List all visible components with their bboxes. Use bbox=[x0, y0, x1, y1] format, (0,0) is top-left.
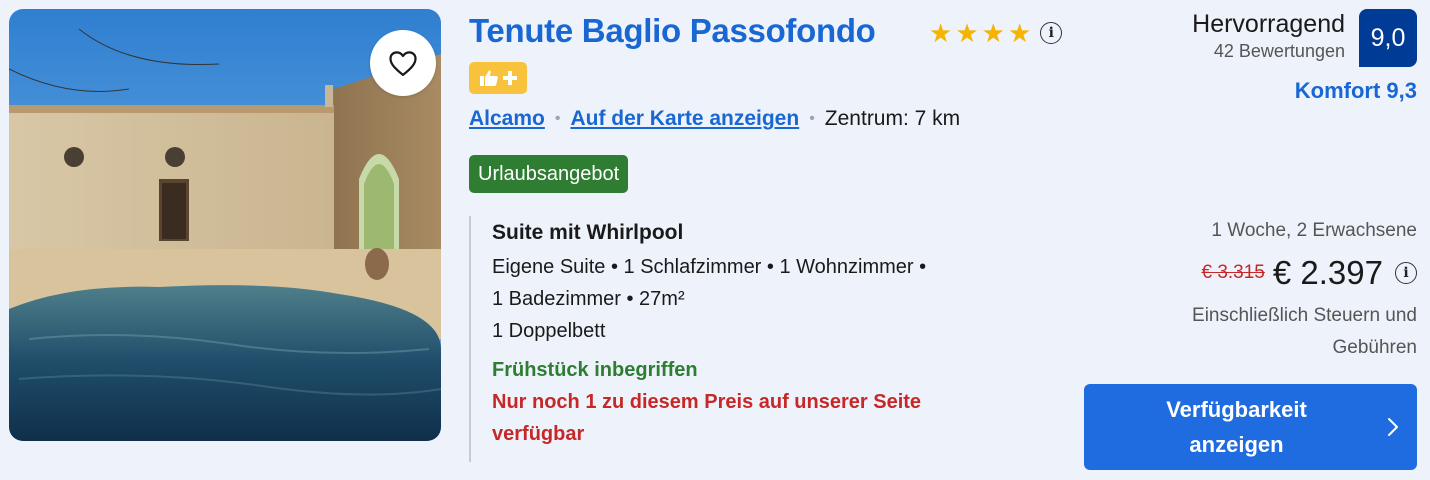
separator-dot: • bbox=[554, 110, 561, 127]
room-feature-line: 1 Badezimmer • 27m² bbox=[492, 288, 685, 310]
cta-line: anzeigen bbox=[1189, 432, 1284, 457]
scarcity-message: Nur noch 1 zu diesem Preis auf unserer S… bbox=[492, 386, 999, 450]
scarcity-line: verfügbar bbox=[492, 423, 585, 445]
taxes-line: Einschließlich Steuern und bbox=[1192, 305, 1417, 326]
breakfast-included: Frühstück inbegriffen bbox=[492, 359, 698, 381]
review-summary[interactable]: Hervorragend 42 Bewertungen 9,0 bbox=[1192, 9, 1417, 67]
show-on-map-link[interactable]: Auf der Karte anzeigen bbox=[570, 107, 799, 131]
preferred-partner-badge[interactable] bbox=[469, 62, 527, 94]
bed-type: 1 Doppelbett bbox=[492, 320, 606, 342]
room-feature-line: Eigene Suite • 1 Schlafzimmer • 1 Wohnzi… bbox=[492, 256, 927, 278]
review-text: Hervorragend 42 Bewertungen bbox=[1192, 9, 1345, 62]
cta-line: Verfügbarkeit bbox=[1166, 397, 1307, 422]
hotel-name[interactable]: Tenute Baglio Passofondo bbox=[469, 12, 876, 50]
original-price: € 3.315 bbox=[1201, 262, 1265, 283]
scarcity-line: Nur noch 1 zu diesem Preis auf unserer S… bbox=[492, 391, 922, 413]
current-price: € 2.397 bbox=[1272, 254, 1383, 291]
star-icon: ★ bbox=[955, 18, 979, 48]
room-details: Suite mit Whirlpool Eigene Suite • 1 Sch… bbox=[469, 216, 999, 462]
city-link[interactable]: Alcamo bbox=[469, 107, 545, 131]
taxes-note: Einschließlich Steuern und Gebühren bbox=[1127, 300, 1417, 364]
price-info-icon[interactable]: i bbox=[1395, 262, 1417, 284]
plus-icon bbox=[503, 71, 517, 85]
taxes-line: Gebühren bbox=[1332, 337, 1417, 358]
comfort-score: Komfort 9,3 bbox=[1294, 78, 1417, 103]
location-row: Alcamo • Auf der Karte anzeigen • Zentru… bbox=[469, 107, 960, 131]
review-count: 42 Bewertungen bbox=[1213, 41, 1345, 61]
star-icon: ★ bbox=[929, 18, 953, 48]
star-icon: ★ bbox=[981, 18, 1005, 48]
review-score: 9,0 bbox=[1359, 9, 1417, 67]
hotel-photo[interactable] bbox=[9, 9, 441, 441]
center-distance: Zentrum: 7 km bbox=[824, 107, 961, 130]
star-icon: ★ bbox=[1007, 18, 1032, 48]
star-rating: ★ ★ ★ ★ i bbox=[929, 18, 1063, 48]
show-availability-button[interactable]: Verfügbarkeit anzeigen bbox=[1084, 384, 1417, 470]
info-icon[interactable]: i bbox=[1040, 22, 1063, 44]
room-features: Eigene Suite • 1 Schlafzimmer • 1 Wohnzi… bbox=[492, 251, 999, 347]
favorite-button[interactable] bbox=[370, 30, 436, 96]
cta-label: Verfügbarkeit anzeigen bbox=[1084, 392, 1369, 462]
heart-outline-icon bbox=[389, 51, 417, 76]
separator-dot: • bbox=[809, 110, 815, 127]
chevron-right-icon bbox=[1369, 417, 1417, 437]
room-name: Suite mit Whirlpool bbox=[492, 221, 684, 244]
review-word: Hervorragend bbox=[1192, 10, 1345, 38]
deal-badge: Urlaubsangebot bbox=[469, 155, 629, 193]
thumbs-up-icon bbox=[480, 70, 498, 86]
stay-length: 1 Woche, 2 Erwachsene bbox=[1211, 220, 1417, 241]
price-row: € 3.315 € 2.397 i bbox=[1201, 254, 1417, 292]
